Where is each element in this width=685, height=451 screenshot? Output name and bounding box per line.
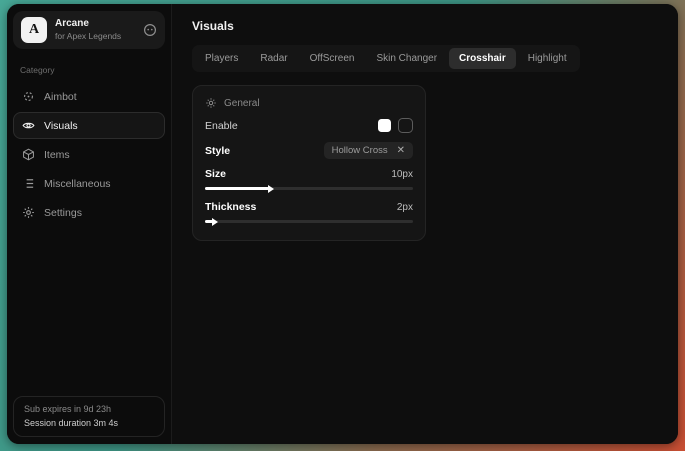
sidebar-item-visuals[interactable]: Visuals: [13, 112, 165, 139]
package-icon: [22, 148, 35, 161]
style-row: Style Hollow Cross ✕: [205, 142, 413, 159]
sidebar-item-label: Miscellaneous: [44, 178, 111, 190]
thickness-value: 2px: [397, 202, 413, 213]
size-slider-fill: [205, 187, 269, 190]
style-select[interactable]: Hollow Cross ✕: [324, 142, 413, 159]
enable-label: Enable: [205, 120, 238, 132]
sidebar-item-aimbot[interactable]: Aimbot: [13, 83, 165, 110]
tab-bar: Players Radar OffScreen Skin Changer Cro…: [192, 45, 580, 72]
sidebar: A Arcane for Apex Legends Category: [7, 4, 172, 444]
panel-header-label: General: [224, 98, 260, 109]
size-slider[interactable]: [205, 187, 413, 190]
tab-offscreen[interactable]: OffScreen: [300, 48, 365, 69]
style-value: Hollow Cross: [332, 145, 388, 156]
desktop-background: { "window": { "sidebar": { "logo": { "le…: [0, 0, 685, 451]
tab-highlight[interactable]: Highlight: [518, 48, 577, 69]
app-window: A Arcane for Apex Legends Category: [7, 4, 678, 444]
enable-row: Enable: [205, 118, 413, 133]
general-panel: General Enable Style Hollow Cross ✕: [192, 85, 426, 241]
sidebar-item-label: Aimbot: [44, 91, 77, 103]
size-row: Size 10px: [205, 168, 413, 180]
remove-icon[interactable]: ✕: [397, 145, 405, 156]
discord-icon[interactable]: [143, 23, 157, 37]
thickness-slider[interactable]: [205, 220, 413, 223]
panel-header: General: [205, 97, 413, 109]
page-title: Visuals: [192, 19, 658, 33]
sidebar-item-items[interactable]: Items: [13, 141, 165, 168]
list-icon: [22, 177, 35, 190]
enable-controls: [378, 118, 413, 133]
enable-checkbox[interactable]: [398, 118, 413, 133]
eye-icon: [22, 119, 35, 132]
tab-crosshair[interactable]: Crosshair: [449, 48, 516, 69]
tab-players[interactable]: Players: [195, 48, 248, 69]
subscription-info: Sub expires in 9d 23h Session duration 3…: [13, 396, 165, 437]
sidebar-item-label: Visuals: [44, 120, 78, 132]
thickness-slider-fill: [205, 220, 213, 223]
general-settings-icon: [205, 97, 217, 109]
app-subtitle: for Apex Legends: [55, 32, 121, 41]
sidebar-item-label: Items: [44, 149, 70, 161]
tab-skin-changer[interactable]: Skin Changer: [366, 48, 447, 69]
color-swatch[interactable]: [378, 119, 391, 132]
tab-radar[interactable]: Radar: [250, 48, 297, 69]
thickness-label: Thickness: [205, 201, 256, 213]
thickness-row: Thickness 2px: [205, 201, 413, 213]
size-value: 10px: [391, 169, 413, 180]
app-logo-text: Arcane for Apex Legends: [55, 19, 121, 41]
sub-expires-text: Sub expires in 9d 23h: [24, 405, 154, 414]
sidebar-item-label: Settings: [44, 207, 82, 219]
thickness-slider-thumb[interactable]: [212, 218, 218, 226]
app-title: Arcane: [55, 19, 121, 29]
main-content: Visuals Players Radar OffScreen Skin Cha…: [172, 4, 678, 444]
session-duration-text: Session duration 3m 4s: [24, 419, 154, 428]
sidebar-item-settings[interactable]: Settings: [13, 199, 165, 226]
size-slider-thumb[interactable]: [268, 185, 274, 193]
crosshair-icon: [22, 90, 35, 103]
gear-icon: [22, 206, 35, 219]
app-logo-card: A Arcane for Apex Legends: [13, 11, 165, 49]
sidebar-item-miscellaneous[interactable]: Miscellaneous: [13, 170, 165, 197]
size-label: Size: [205, 168, 226, 180]
category-label: Category: [20, 65, 158, 75]
app-logo: A: [21, 17, 47, 43]
style-label: Style: [205, 145, 230, 157]
